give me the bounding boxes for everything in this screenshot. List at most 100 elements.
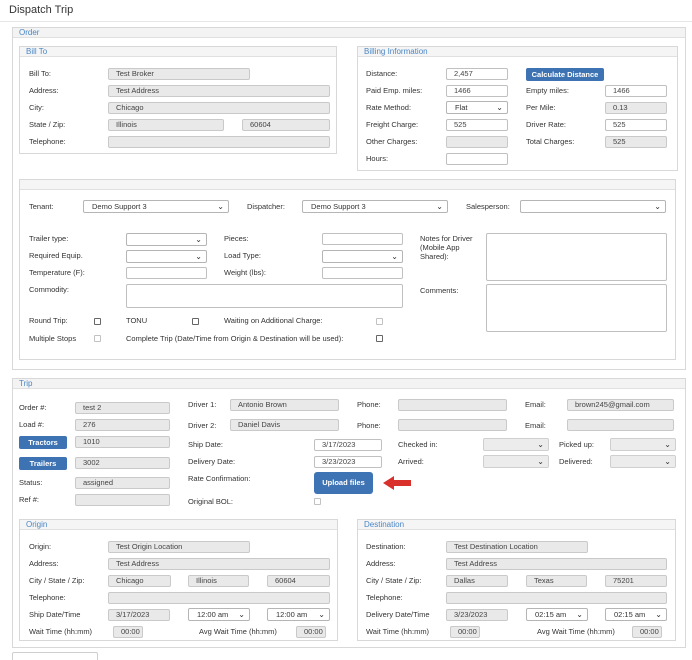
origin-wait-field[interactable]: 00:00 (113, 626, 143, 638)
phone1-field[interactable] (398, 399, 507, 411)
picked-up-label: Picked up: (559, 440, 595, 449)
driver1-field[interactable]: Antonio Brown (230, 399, 339, 411)
destination-avg-wait-field[interactable]: 00:00 (632, 626, 662, 638)
driver2-field[interactable]: Daniel Davis (230, 419, 339, 431)
bill-to-zip-field[interactable]: 60604 (242, 119, 330, 131)
required-equip-select[interactable]: ⌄ (126, 250, 207, 263)
delivered-select[interactable]: ⌄ (610, 455, 676, 468)
page-title: Dispatch Trip (9, 4, 74, 16)
origin-avg-wait-field[interactable]: 00:00 (296, 626, 326, 638)
destination-telephone-label: Telephone: (366, 593, 403, 602)
destination-city-field[interactable]: Dallas (446, 575, 508, 587)
trailers-button[interactable]: Trailers (19, 457, 67, 470)
empty-miles-input[interactable]: 1466 (605, 85, 667, 97)
salesperson-label: Salesperson: (466, 202, 510, 211)
load-type-select[interactable]: ⌄ (322, 250, 403, 263)
waiting-additional-charge-checkbox[interactable] (376, 318, 383, 325)
ship-date-input[interactable]: 3/17/2023 (314, 439, 382, 451)
title-divider (0, 21, 692, 22)
tenant-select[interactable]: Demo Support 3 ⌄ (83, 200, 229, 213)
arrived-select[interactable]: ⌄ (483, 455, 549, 468)
red-arrow-shape (383, 476, 411, 490)
order-number-field[interactable]: test 2 (75, 402, 170, 414)
origin-telephone-field[interactable] (108, 592, 330, 604)
bill-to-address-field[interactable]: Test Address (108, 85, 330, 97)
load-number-field[interactable]: 276 (75, 419, 170, 431)
email2-field[interactable] (567, 419, 674, 431)
original-bol-label: Original BOL: (188, 497, 234, 506)
trailer-field[interactable]: 3002 (75, 457, 170, 469)
hours-input[interactable] (446, 153, 508, 165)
round-trip-checkbox[interactable] (94, 318, 101, 325)
upload-files-button[interactable]: Upload files (314, 472, 373, 494)
tractors-button[interactable]: Tractors (19, 436, 67, 449)
round-trip-label: Round Trip: (29, 316, 68, 325)
per-mile-field[interactable]: 0.13 (605, 102, 667, 114)
ref-field[interactable] (75, 494, 170, 506)
dispatcher-select[interactable]: Demo Support 3 ⌄ (302, 200, 448, 213)
waiting-additional-charge-label: Waiting on Additional Charge: (224, 316, 323, 325)
origin-zip-field[interactable]: 60604 (267, 575, 330, 587)
origin-time2-value: 12:00 am (276, 610, 308, 619)
phone2-field[interactable] (398, 419, 507, 431)
bill-to-city-field[interactable]: Chicago (108, 102, 330, 114)
bill-to-telephone-field[interactable] (108, 136, 330, 148)
origin-field[interactable]: Test Origin Location (108, 541, 250, 553)
email1-field[interactable]: brown245@gmail.com (567, 399, 674, 411)
commodity-textarea[interactable] (126, 284, 403, 308)
origin-wait-label: Wait Time (hh:mm) (29, 627, 93, 636)
destination-wait-field[interactable]: 00:00 (450, 626, 480, 638)
destination-state-field[interactable]: Texas (526, 575, 587, 587)
origin-time1-select[interactable]: 12:00 am ⌄ (188, 608, 250, 621)
pieces-input[interactable] (322, 233, 403, 245)
destination-header: Destination (358, 520, 675, 530)
status-field[interactable]: assigned (75, 477, 170, 489)
bill-to-label: Bill To: (29, 69, 51, 78)
destination-address-field[interactable]: Test Address (446, 558, 667, 570)
comments-textarea[interactable] (486, 284, 667, 332)
destination-time2-select[interactable]: 02:15 am ⌄ (605, 608, 667, 621)
origin-date-field[interactable]: 3/17/2023 (108, 609, 170, 621)
original-bol-checkbox[interactable] (314, 498, 321, 505)
bill-to-state-zip-label: State / Zip: (29, 120, 66, 129)
freight-charge-input[interactable]: 525 (446, 119, 508, 131)
order-header-label: Order (19, 28, 40, 37)
paid-emp-miles-input[interactable]: 1466 (446, 85, 508, 97)
tractor-field[interactable]: 1010 (75, 436, 170, 448)
multiple-stops-checkbox[interactable] (94, 335, 101, 342)
distance-input[interactable]: 2,457 (446, 68, 508, 80)
destination-time1-select[interactable]: 02:15 am ⌄ (526, 608, 588, 621)
delivery-date-input[interactable]: 3/23/2023 (314, 456, 382, 468)
destination-date-field[interactable]: 3/23/2023 (446, 609, 508, 621)
trailer-type-select[interactable]: ⌄ (126, 233, 207, 246)
complete-trip-checkbox[interactable] (376, 335, 383, 342)
bill-to-field[interactable]: Test Broker (108, 68, 250, 80)
destination-telephone-field[interactable] (446, 592, 667, 604)
total-charges-field[interactable]: 525 (605, 136, 667, 148)
origin-address-field[interactable]: Test Address (108, 558, 330, 570)
salesperson-select[interactable]: ⌄ (520, 200, 666, 213)
billing-info-header: Billing Information (358, 47, 677, 57)
destination-field[interactable]: Test Destination Location (446, 541, 588, 553)
calculate-distance-button[interactable]: Calculate Distance (526, 68, 604, 81)
bill-to-header: Bill To (20, 47, 336, 57)
chevron-down-icon: ⌄ (537, 440, 544, 449)
temperature-input[interactable] (126, 267, 207, 279)
tonu-checkbox[interactable] (192, 318, 199, 325)
bottom-partial-button[interactable] (12, 652, 98, 660)
origin-city-field[interactable]: Chicago (108, 575, 171, 587)
bill-to-header-label: Bill To (26, 47, 48, 56)
notes-for-driver-textarea[interactable] (486, 233, 667, 281)
picked-up-select[interactable]: ⌄ (610, 438, 676, 451)
origin-time2-select[interactable]: 12:00 am ⌄ (267, 608, 330, 621)
other-charges-field[interactable] (446, 136, 508, 148)
destination-zip-field[interactable]: 75201 (605, 575, 667, 587)
chevron-down-icon: ⌄ (238, 610, 245, 619)
checked-in-select[interactable]: ⌄ (483, 438, 549, 451)
rate-method-select[interactable]: Flat ⌄ (446, 101, 508, 114)
weight-input[interactable] (322, 267, 403, 279)
origin-state-field[interactable]: Illinois (188, 575, 249, 587)
chevron-down-icon: ⌄ (576, 610, 583, 619)
bill-to-state-field[interactable]: Illinois (108, 119, 224, 131)
driver-rate-input[interactable]: 525 (605, 119, 667, 131)
